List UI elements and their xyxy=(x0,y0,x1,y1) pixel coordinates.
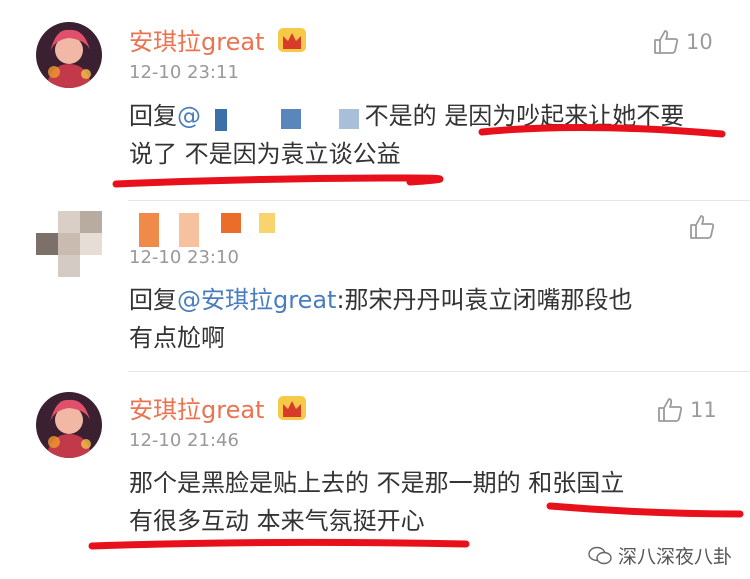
comment-text-part: :那宋丹丹叫袁立闭嘴那段也 xyxy=(336,286,633,314)
crown-badge-icon xyxy=(278,28,306,52)
watermark: 深八深夜八卦 xyxy=(588,542,732,569)
comment-1: 安琪拉great 12-10 23:11 10 回复@ 不是的 是因为吵起来让她… xyxy=(0,0,750,200)
username[interactable]: 安琪拉great xyxy=(129,395,264,425)
crown-badge-icon xyxy=(278,396,306,420)
comment-time: 12-10 23:11 xyxy=(129,62,239,83)
thumbs-up-icon xyxy=(658,398,683,422)
like-button[interactable] xyxy=(688,213,716,241)
like-button[interactable]: 11 xyxy=(656,396,717,424)
reply-prefix: 回复 xyxy=(129,286,177,314)
avatar[interactable] xyxy=(36,211,102,277)
mosaic-username xyxy=(139,213,279,249)
thumbs-up-icon xyxy=(654,30,679,54)
watermark-text: 深八深夜八卦 xyxy=(617,546,732,568)
mention-link[interactable]: @安琪拉great xyxy=(177,286,336,314)
avatar[interactable] xyxy=(36,392,102,458)
comment-text-line: 回复@安琪拉great:那宋丹丹叫袁立闭嘴那段也 xyxy=(129,281,729,319)
comment-time: 12-10 21:46 xyxy=(129,430,239,451)
like-count: 10 xyxy=(686,30,713,54)
comment-time: 12-10 23:10 xyxy=(129,247,239,268)
comment-text-line: 有点尬啊 xyxy=(129,324,225,352)
comment-text: 回复@安琪拉great:那宋丹丹叫袁立闭嘴那段也 有点尬啊 xyxy=(129,281,729,357)
avatar[interactable] xyxy=(36,22,102,88)
thumbs-up-icon xyxy=(690,215,715,239)
like-count: 11 xyxy=(690,398,717,422)
like-button[interactable]: 10 xyxy=(652,28,713,56)
username[interactable]: 安琪拉great xyxy=(129,27,264,57)
comment-2: 12-10 23:10 回复@安琪拉great:那宋丹丹叫袁立闭嘴那段也 有点尬… xyxy=(0,201,750,371)
red-underline-annotation xyxy=(112,123,726,188)
wechat-icon xyxy=(588,546,612,564)
